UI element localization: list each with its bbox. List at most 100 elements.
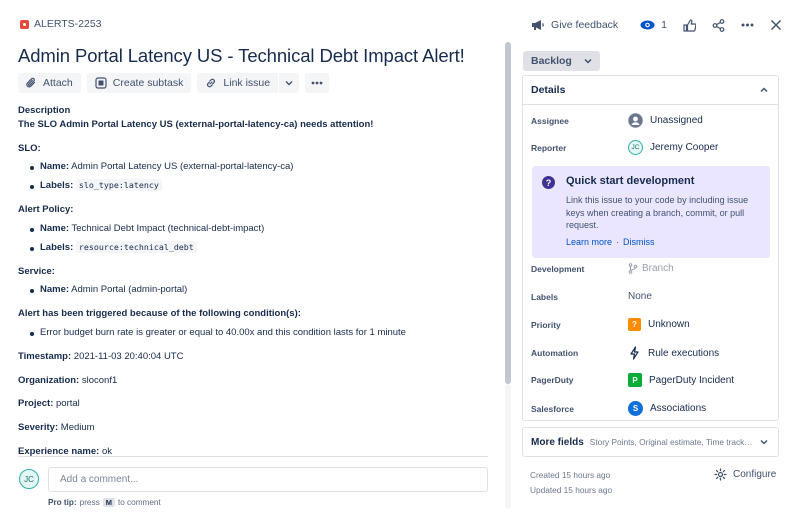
reporter-value[interactable]: JC Jeremy Cooper [628, 140, 718, 155]
more-fields-title: More fields [531, 436, 584, 448]
close-button[interactable] [764, 14, 788, 36]
slo-list: Name: Admin Portal Latency US (external-… [30, 161, 488, 193]
status-dropdown[interactable]: Backlog [523, 51, 600, 71]
timestamp-label: Timestamp: [18, 350, 72, 362]
avatar: JC [19, 469, 39, 489]
field-reporter: Reporter JC Jeremy Cooper [531, 140, 771, 155]
salesforce-value[interactable]: S Associations [628, 401, 706, 416]
link-issue-button[interactable]: Link issue [197, 73, 279, 93]
updated-timestamp: Updated 15 hours ago [530, 484, 613, 495]
scrollbar-track[interactable] [505, 384, 511, 509]
link-icon [207, 78, 216, 88]
field-label: Reporter [531, 142, 567, 153]
service-heading: Service: [18, 265, 55, 277]
branch-icon [628, 263, 638, 274]
field-label: Priority [531, 319, 561, 330]
give-feedback-label: Give feedback [551, 19, 619, 31]
field-label: Salesforce [531, 403, 574, 414]
gear-icon [714, 468, 727, 481]
link-issue-dropdown[interactable] [279, 73, 300, 93]
list-item: Name: Technical Debt Impact (technical-d… [30, 223, 488, 236]
issue-key-breadcrumb[interactable]: ALERTS-2253 [20, 18, 102, 30]
close-icon [770, 19, 782, 31]
field-labels: Labels None [531, 291, 771, 302]
list-item: Labels: slo_type:latency [30, 179, 488, 193]
field-priority: Priority ? Unknown [531, 318, 771, 331]
toolbar-more-button[interactable] [305, 73, 330, 93]
severity-value: Medium [60, 422, 95, 434]
chevron-up-icon [760, 87, 768, 93]
more-horizontal-icon [311, 81, 323, 85]
field-label: PagerDuty [531, 375, 574, 385]
create-subtask-button[interactable]: Create subtask [86, 73, 192, 93]
condition-list: Error budget burn rate is greater or equ… [30, 327, 488, 340]
quick-start-text: Link this issue to your code by includin… [566, 195, 749, 231]
pro-tip: Pro tip: press M to comment [48, 498, 161, 507]
lightning-icon [630, 346, 639, 360]
priority-unknown-icon: ? [628, 318, 641, 331]
field-pagerduty: PagerDuty P PagerDuty Incident [531, 373, 771, 387]
project-label: Project: [18, 398, 54, 410]
question-icon: ? [542, 176, 555, 189]
code-inline: resource:technical_debt [75, 240, 197, 253]
dismiss-link[interactable]: Dismiss [623, 237, 655, 247]
field-label: Development [531, 263, 585, 274]
list-item: Error budget burn rate is greater or equ… [30, 327, 488, 340]
service-list: Name: Admin Portal (admin-portal) [30, 284, 488, 297]
watch-button[interactable]: 1 [634, 14, 673, 36]
development-branch[interactable]: Branch [628, 263, 674, 274]
condition-heading: Alert has been triggered because of the … [18, 308, 301, 320]
comment-divider [18, 456, 488, 457]
attach-button[interactable]: Attach [18, 73, 81, 93]
attach-label: Attach [43, 77, 73, 89]
avatar: JC [628, 140, 643, 155]
list-item: Labels: resource:technical_debt [30, 240, 488, 255]
share-icon [712, 18, 725, 32]
created-timestamp: Created 15 hours ago [530, 470, 611, 480]
top-actions: Give feedback 1 [525, 14, 788, 36]
project-value: portal [56, 398, 80, 410]
issue-toolbar: Attach Create subtask Link issue [18, 73, 330, 93]
chevron-down-icon [760, 439, 768, 445]
organization-label: Organization: [18, 374, 80, 386]
field-label: Assignee [531, 115, 569, 126]
details-header[interactable]: Details [523, 76, 778, 105]
automation-value[interactable]: Rule executions [628, 346, 719, 360]
more-horizontal-icon [741, 23, 754, 27]
quick-start-title: Quick start development [566, 175, 695, 187]
link-separator: · [616, 237, 620, 247]
field-development: Development Branch [531, 263, 771, 274]
comment-input[interactable]: Add a comment... [48, 467, 488, 492]
eye-icon [640, 20, 655, 30]
code-inline: slo_type:latency [75, 179, 162, 192]
learn-more-link[interactable]: Learn more [566, 237, 612, 247]
watch-count: 1 [661, 19, 667, 31]
issue-title[interactable]: Admin Portal Latency US - Technical Debt… [18, 45, 465, 67]
description-intro: The SLO Admin Portal Latency US (externa… [18, 118, 374, 130]
description-body[interactable]: Description The SLO Admin Portal Latency… [18, 105, 488, 470]
labels-value[interactable]: None [628, 291, 652, 302]
give-feedback-button[interactable]: Give feedback [525, 14, 624, 36]
thumbs-up-icon [683, 18, 696, 32]
more-actions-button[interactable] [735, 14, 760, 36]
pagerduty-value[interactable]: P PagerDuty Incident [628, 373, 734, 387]
policy-heading: Alert Policy: [18, 204, 74, 216]
scrollbar-thumb[interactable] [505, 42, 511, 384]
description-heading: Description [18, 105, 71, 116]
more-fields-section[interactable]: More fields Story Points, Original estim… [522, 427, 779, 457]
share-button[interactable] [706, 14, 731, 36]
chevron-down-icon [584, 58, 592, 64]
like-button[interactable] [677, 14, 702, 36]
field-automation: Automation Rule executions [531, 346, 771, 360]
field-label: Labels [531, 291, 558, 302]
configure-button[interactable]: Configure [714, 468, 776, 481]
field-label: Automation [531, 348, 579, 358]
priority-value[interactable]: ? Unknown [628, 318, 690, 331]
issue-key[interactable]: ALERTS-2253 [34, 18, 102, 30]
assignee-value[interactable]: Unassigned [628, 113, 703, 128]
list-item: Name: Admin Portal Latency US (external-… [30, 161, 488, 174]
issue-meta: Created 15 hours ago Updated 15 hours ag… [530, 468, 612, 497]
timestamp-value: 2021-11-03 20:40:04 UTC [73, 350, 184, 362]
status-label: Backlog [531, 55, 572, 67]
create-subtask-label: Create subtask [112, 77, 184, 89]
